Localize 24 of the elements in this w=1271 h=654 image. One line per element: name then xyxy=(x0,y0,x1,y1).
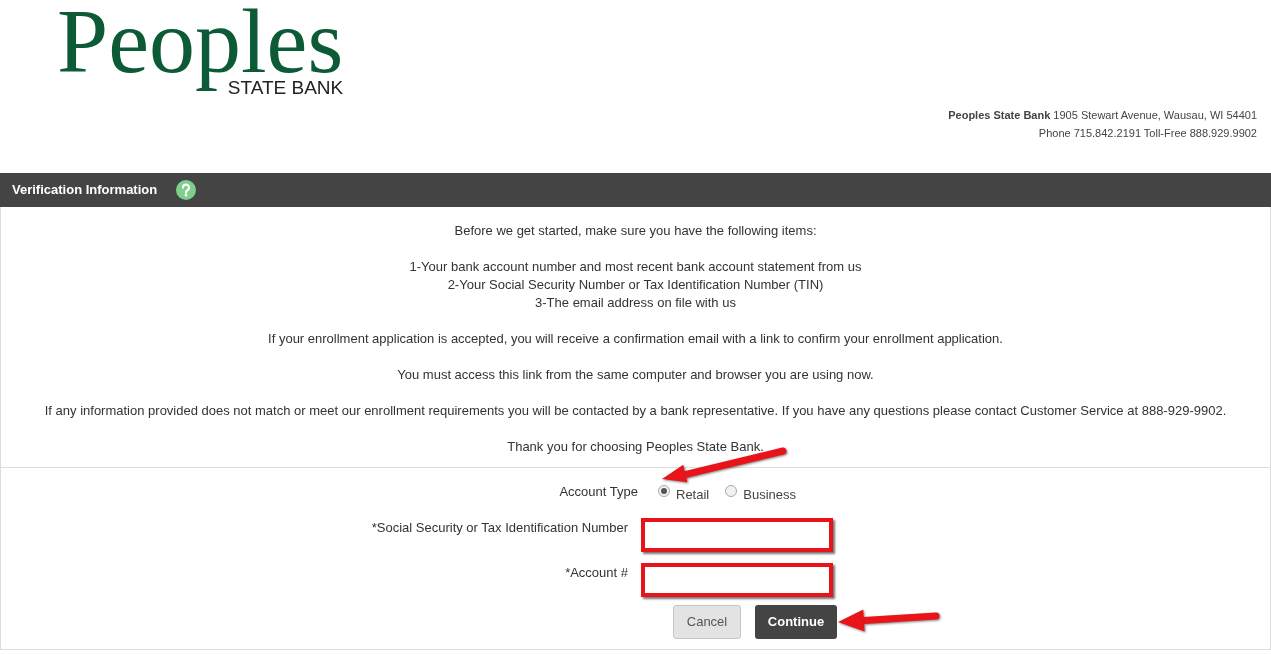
radio-button[interactable] xyxy=(658,485,670,497)
radio-label: Business xyxy=(743,488,796,501)
intro-paragraph: Thank you for choosing Peoples State Bank. xyxy=(506,438,765,456)
bank-phone: Phone 715.842.2191 Toll-Free 888.929.9902 xyxy=(1038,127,1257,139)
intro-paragraph: If your enrollment application is accepted, you will receive a confirmation email with a link to confirm your enrollment application. xyxy=(267,330,1004,348)
radio-button[interactable] xyxy=(725,485,738,497)
cancel-button[interactable]: Cancel xyxy=(673,605,741,639)
checklist-item: 3-The email address on file with us xyxy=(534,294,737,312)
radio-label: Retail xyxy=(676,488,710,501)
intro-text: Before we get started, make sure you have the following items: xyxy=(453,222,818,240)
input-field[interactable] xyxy=(641,563,833,597)
checklist-item: 1-Your bank account number and most recent bank account statement from us xyxy=(408,258,863,276)
help-icon[interactable] xyxy=(176,180,197,200)
field-label: *Account # xyxy=(565,565,628,580)
field-label: Account Type xyxy=(559,484,638,499)
intro-paragraph: If any information provided does not match or meet our enrollment requirements you will be contacted by a bank representative. If you have any questions please contact Customer Service at 888-929-9902. xyxy=(43,402,1228,420)
arrow-icon xyxy=(837,608,941,633)
continue-button[interactable]: Continue xyxy=(755,605,837,639)
field-label: *Social Security or Tax Identification Number xyxy=(371,520,628,535)
bank-address: Peoples State Bank 1905 Stewart Avenue, Wausau, WI 54401 xyxy=(948,109,1257,121)
checklist-item: 2-Your Social Security Number or Tax Identification Number (TIN) xyxy=(446,276,825,294)
section-title: Verification Information xyxy=(12,181,158,200)
intro-paragraph: You must access this link from the same computer and browser you are using now. xyxy=(396,366,875,384)
input-field[interactable] xyxy=(641,518,833,552)
